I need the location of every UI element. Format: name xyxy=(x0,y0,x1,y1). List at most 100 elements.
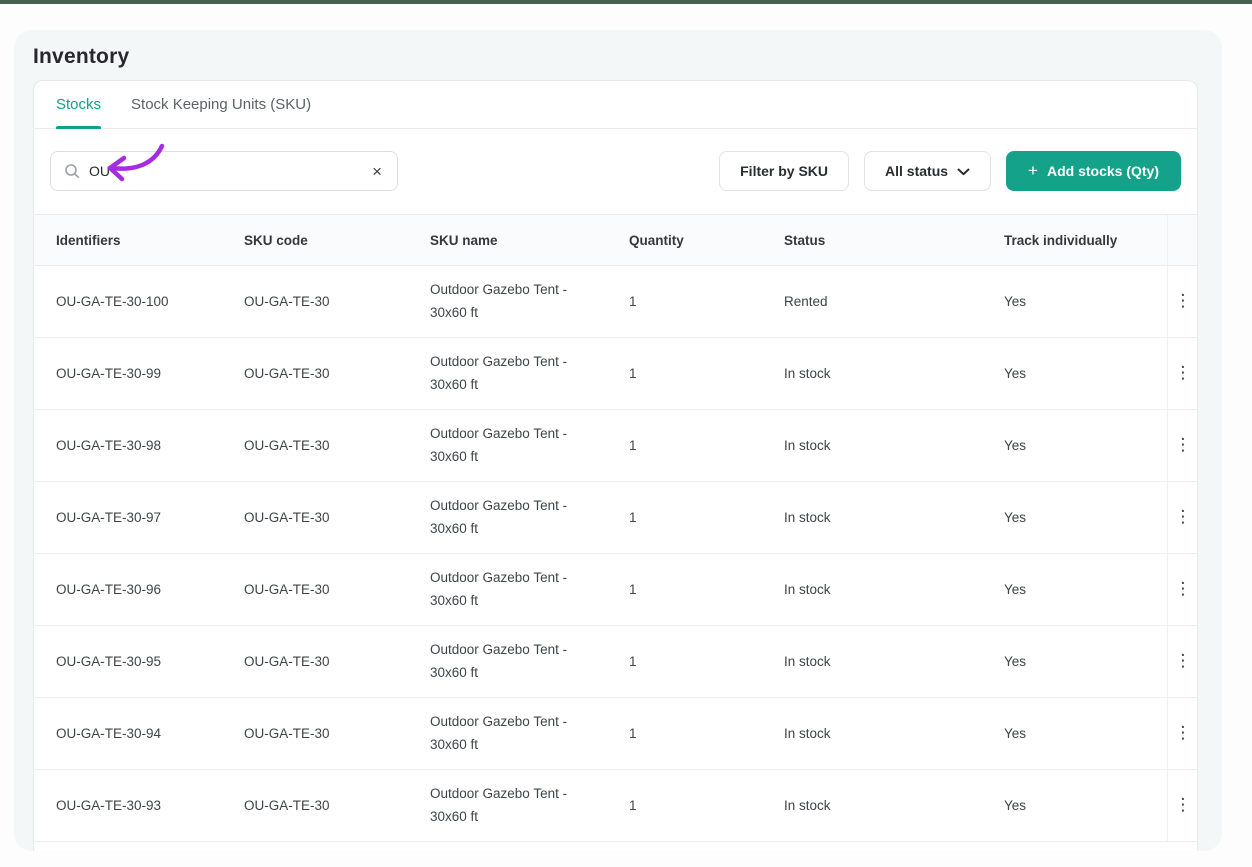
cell-sku-code: OU-GA-TE-30 xyxy=(244,654,330,669)
row-actions: ⋮ xyxy=(1167,770,1198,841)
filter-by-sku-label: Filter by SKU xyxy=(740,163,829,179)
cell-sku-name: Outdoor Gazebo Tent - 30x60 ft xyxy=(430,426,568,464)
tab-stock-keeping-units[interactable]: Stock Keeping Units (SKU) xyxy=(131,81,311,128)
inventory-page: { "page": { "title": "Inventory" }, "tab… xyxy=(0,0,1252,867)
cell-quantity: 1 xyxy=(629,726,637,741)
table-row[interactable]: OU-GA-TE-30-95 OU-GA-TE-30 Outdoor Gazeb… xyxy=(34,626,1197,698)
toolbar: × Filter by SKU All status + Add stoc xyxy=(34,129,1197,214)
cell-identifier: OU-GA-TE-30-96 xyxy=(56,582,162,597)
tab-stocks[interactable]: Stocks xyxy=(56,81,102,129)
add-stocks-label: Add stocks (Qty) xyxy=(1046,163,1159,179)
column-header-sku-name: SKU name xyxy=(430,232,498,248)
kebab-menu-icon[interactable]: ⋮ xyxy=(1169,793,1198,818)
clear-search-icon[interactable]: × xyxy=(370,163,384,180)
tab-stocks-label: Stocks xyxy=(56,96,102,113)
cell-sku-name: Outdoor Gazebo Tent - 30x60 ft xyxy=(430,570,568,608)
row-actions: ⋮ xyxy=(1167,410,1198,481)
table-row[interactable]: OU-GA-TE-30-94 OU-GA-TE-30 Outdoor Gazeb… xyxy=(34,698,1197,770)
cell-quantity: 1 xyxy=(629,582,637,597)
kebab-menu-icon[interactable]: ⋮ xyxy=(1169,577,1198,602)
tab-sku-label: Stock Keeping Units (SKU) xyxy=(131,96,312,113)
cell-status: In stock xyxy=(784,798,831,813)
cell-sku-code: OU-GA-TE-30 xyxy=(244,798,330,813)
cell-sku-name: Outdoor Gazebo Tent - 30x60 ft xyxy=(430,498,568,536)
inventory-card: Stocks Stock Keeping Units (SKU) × F xyxy=(33,80,1198,851)
cell-quantity: 1 xyxy=(629,366,637,381)
table-row[interactable]: OU-GA-TE-30-97 OU-GA-TE-30 Outdoor Gazeb… xyxy=(34,482,1197,554)
page-panel: Inventory Stocks Stock Keeping Units (SK… xyxy=(14,30,1222,851)
table-row[interactable]: OU-GA-TE-30-93 OU-GA-TE-30 Outdoor Gazeb… xyxy=(34,770,1197,842)
status-filter-dropdown[interactable]: All status xyxy=(864,151,992,191)
cell-quantity: 1 xyxy=(629,510,637,525)
kebab-menu-icon[interactable]: ⋮ xyxy=(1169,289,1198,314)
filter-by-sku-button[interactable]: Filter by SKU xyxy=(719,151,850,191)
column-header-actions xyxy=(1167,215,1197,265)
cell-sku-name: Outdoor Gazebo Tent - 30x60 ft xyxy=(430,354,568,392)
cell-identifier: OU-GA-TE-30-93 xyxy=(56,798,162,813)
table-header: Identifiers SKU code SKU name Quantity S… xyxy=(34,214,1197,266)
cell-identifier: OU-GA-TE-30-100 xyxy=(56,294,169,309)
row-actions: ⋮ xyxy=(1167,554,1198,625)
cell-sku-code: OU-GA-TE-30 xyxy=(244,582,330,597)
cell-status: In stock xyxy=(784,726,831,741)
column-header-sku-code: SKU code xyxy=(244,232,308,248)
cell-track-individually: Yes xyxy=(1004,294,1027,309)
cell-sku-code: OU-GA-TE-30 xyxy=(244,726,330,741)
cell-sku-name: Outdoor Gazebo Tent - 30x60 ft xyxy=(430,714,568,752)
table-row[interactable]: OU-GA-TE-30-96 OU-GA-TE-30 Outdoor Gazeb… xyxy=(34,554,1197,626)
cell-quantity: 1 xyxy=(629,294,637,309)
search-icon xyxy=(64,163,80,179)
top-accent-bar xyxy=(0,0,1252,4)
column-header-identifiers: Identifiers xyxy=(56,232,121,248)
cell-identifier: OU-GA-TE-30-97 xyxy=(56,510,162,525)
cell-status: In stock xyxy=(784,510,831,525)
kebab-menu-icon[interactable]: ⋮ xyxy=(1169,721,1198,746)
cell-sku-name: Outdoor Gazebo Tent - 30x60 ft xyxy=(430,642,568,680)
cell-status: In stock xyxy=(784,438,831,453)
cell-quantity: 1 xyxy=(629,438,637,453)
cell-status: In stock xyxy=(784,366,831,381)
cell-sku-name: Outdoor Gazebo Tent - 30x60 ft xyxy=(430,282,568,320)
column-header-status: Status xyxy=(784,232,826,248)
search-input[interactable] xyxy=(89,163,362,179)
kebab-menu-icon[interactable]: ⋮ xyxy=(1169,433,1198,458)
cell-track-individually: Yes xyxy=(1004,438,1027,453)
cell-sku-code: OU-GA-TE-30 xyxy=(244,510,330,525)
cell-sku-code: OU-GA-TE-30 xyxy=(244,294,330,309)
tab-bar: Stocks Stock Keeping Units (SKU) xyxy=(34,81,1197,129)
cell-sku-name: Outdoor Gazebo Tent - 30x60 ft xyxy=(430,786,568,824)
cell-sku-code: OU-GA-TE-30 xyxy=(244,438,330,453)
page-title: Inventory xyxy=(33,45,130,68)
table-row[interactable]: OU-GA-TE-30-99 OU-GA-TE-30 Outdoor Gazeb… xyxy=(34,338,1197,410)
kebab-menu-icon[interactable]: ⋮ xyxy=(1169,361,1198,386)
toolbar-actions: Filter by SKU All status + Add stocks (Q… xyxy=(719,151,1181,191)
column-header-quantity: Quantity xyxy=(629,232,684,248)
cell-status: In stock xyxy=(784,582,831,597)
search-box: × xyxy=(50,151,398,191)
cell-identifier: OU-GA-TE-30-99 xyxy=(56,366,162,381)
cell-status: In stock xyxy=(784,654,831,669)
row-actions: ⋮ xyxy=(1167,482,1198,553)
row-actions: ⋮ xyxy=(1167,626,1198,697)
table-row[interactable]: OU-GA-TE-30-98 OU-GA-TE-30 Outdoor Gazeb… xyxy=(34,410,1197,482)
add-stocks-button[interactable]: + Add stocks (Qty) xyxy=(1006,151,1181,191)
cell-identifier: OU-GA-TE-30-94 xyxy=(56,726,162,741)
cell-sku-code: OU-GA-TE-30 xyxy=(244,366,330,381)
cell-quantity: 1 xyxy=(629,654,637,669)
table-row[interactable]: OU-GA-TE-30-100 OU-GA-TE-30 Outdoor Gaze… xyxy=(34,266,1197,338)
cell-track-individually: Yes xyxy=(1004,798,1027,813)
kebab-menu-icon[interactable]: ⋮ xyxy=(1169,649,1198,674)
cell-quantity: 1 xyxy=(629,798,637,813)
chevron-down-icon xyxy=(957,168,970,176)
kebab-menu-icon[interactable]: ⋮ xyxy=(1169,505,1198,530)
plus-icon: + xyxy=(1028,161,1038,180)
cell-track-individually: Yes xyxy=(1004,582,1027,597)
column-header-track-individually: Track individually xyxy=(1004,232,1118,248)
cell-track-individually: Yes xyxy=(1004,654,1027,669)
status-filter-label: All status xyxy=(885,163,949,179)
cell-identifier: OU-GA-TE-30-98 xyxy=(56,438,162,453)
row-actions: ⋮ xyxy=(1167,338,1198,409)
row-actions: ⋮ xyxy=(1167,266,1198,337)
cell-track-individually: Yes xyxy=(1004,510,1027,525)
cell-status: Rented xyxy=(784,294,828,309)
